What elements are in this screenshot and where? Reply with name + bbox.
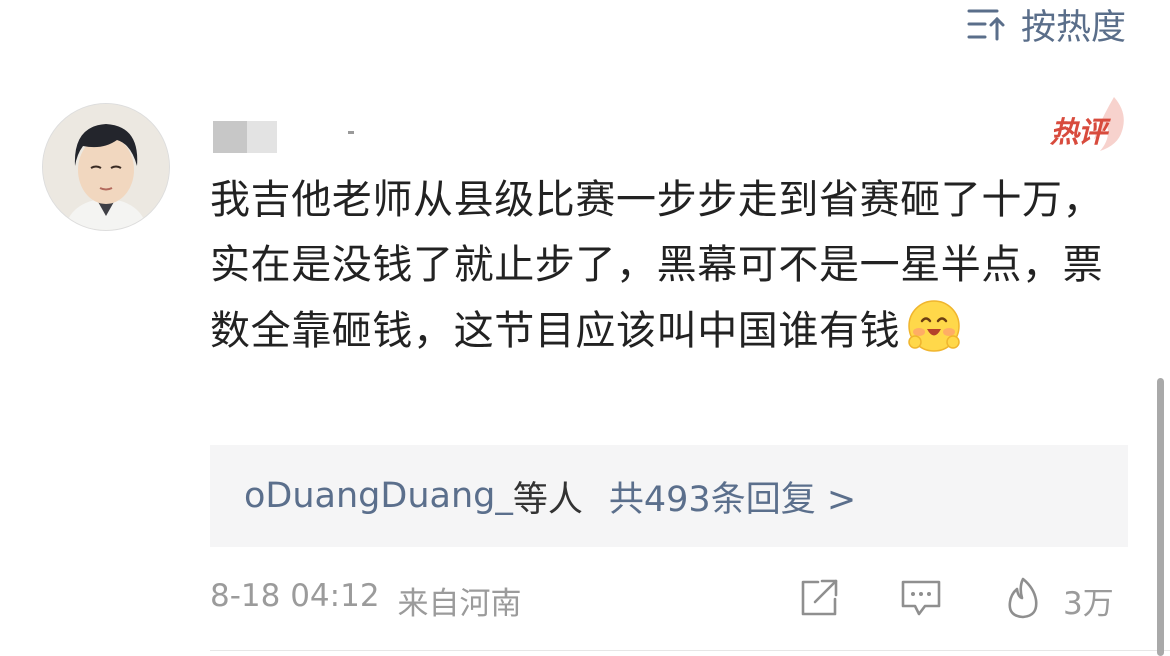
share-icon [798,577,840,623]
like-button[interactable]: 3万 [1003,576,1114,624]
like-count: 3万 [1063,585,1114,622]
comment-text: 我吉他老师从县级比赛一步步走到省赛砸了十万，实在是没钱了就止步了，黑幕可不是一星… [210,177,1104,354]
comment-icon [899,577,943,623]
comment-meta: 8-18 04:12 来自河南 [210,578,522,623]
hot-badge-label: 热评 [1050,115,1107,149]
sort-lines-icon [967,6,1007,42]
comment-timestamp: 8-18 04:12 [210,578,380,614]
replies-summary[interactable]: oDuangDuang_ 等人 共493条回复 > [210,445,1128,547]
username-redacted[interactable] [213,121,277,153]
avatar[interactable] [42,103,170,231]
comment-button[interactable] [899,576,943,624]
divider [210,650,1170,651]
redaction-block [247,121,277,153]
reply-suffix: 等人 [512,479,583,520]
scrollbar[interactable] [1157,378,1164,656]
name-separator [348,131,354,134]
flame-like-icon [1003,576,1043,624]
share-button[interactable] [798,576,840,624]
sort-label: 按热度 [1020,7,1126,48]
smiling-face-emoji-icon [906,298,962,354]
reply-count-link[interactable]: 共493条回复 > [609,471,856,522]
comment-body: 我吉他老师从县级比赛一步步走到省赛砸了十万，实在是没钱了就止步了，黑幕可不是一星… [210,168,1140,364]
comment-location: 来自河南 [397,586,522,622]
redaction-block [213,121,247,153]
sort-by-hot-button[interactable]: 按热度 [967,2,1126,48]
reply-user-link[interactable]: oDuangDuang_ [244,476,513,516]
hot-comment-badge: 热评 [1042,95,1130,155]
